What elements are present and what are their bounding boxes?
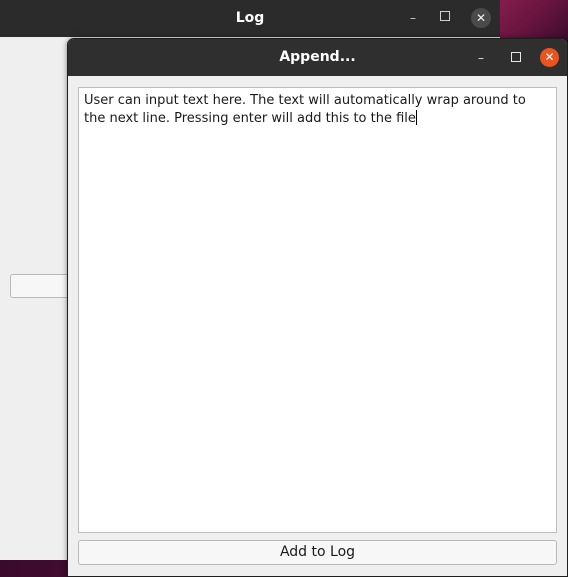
desktop-wallpaper <box>490 0 568 40</box>
append-text-input[interactable]: User can input text here. The text will … <box>78 87 557 533</box>
add-to-log-button[interactable]: Add to Log <box>78 540 557 565</box>
append-window-title: Append... <box>279 49 356 65</box>
close-icon[interactable]: ✕ <box>471 8 491 28</box>
append-dialog: Append... – ✕ User can input text here. … <box>67 38 568 577</box>
append-titlebar[interactable]: Append... – ✕ <box>68 39 567 76</box>
maximize-icon[interactable] <box>511 52 521 62</box>
minimize-icon[interactable]: – <box>405 9 421 27</box>
close-icon[interactable]: ✕ <box>540 48 559 67</box>
append-text-value: User can input text here. The text will … <box>84 93 530 126</box>
minimize-icon[interactable]: – <box>473 49 489 67</box>
text-caret <box>415 110 417 125</box>
maximize-icon[interactable] <box>440 11 450 21</box>
log-titlebar[interactable]: Log – ✕ <box>0 0 500 37</box>
log-window-title: Log <box>235 10 265 26</box>
